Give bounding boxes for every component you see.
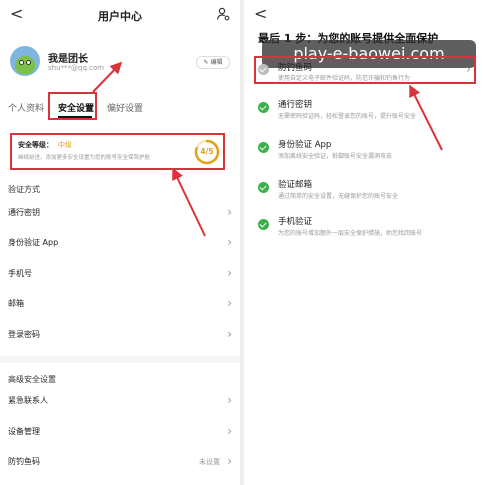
final-step-screen: < 最后 1 步：为您的账号提供全面保护 play-e-baowei.com 防… [244,0,483,485]
user-center-screen: < 用户中心 我是团长 shu***@qq.com ✎ 编辑 个人资料 安全设置… [0,0,240,485]
red-arrow-annotation [92,61,206,237]
red-arrow-annotation [409,84,443,151]
